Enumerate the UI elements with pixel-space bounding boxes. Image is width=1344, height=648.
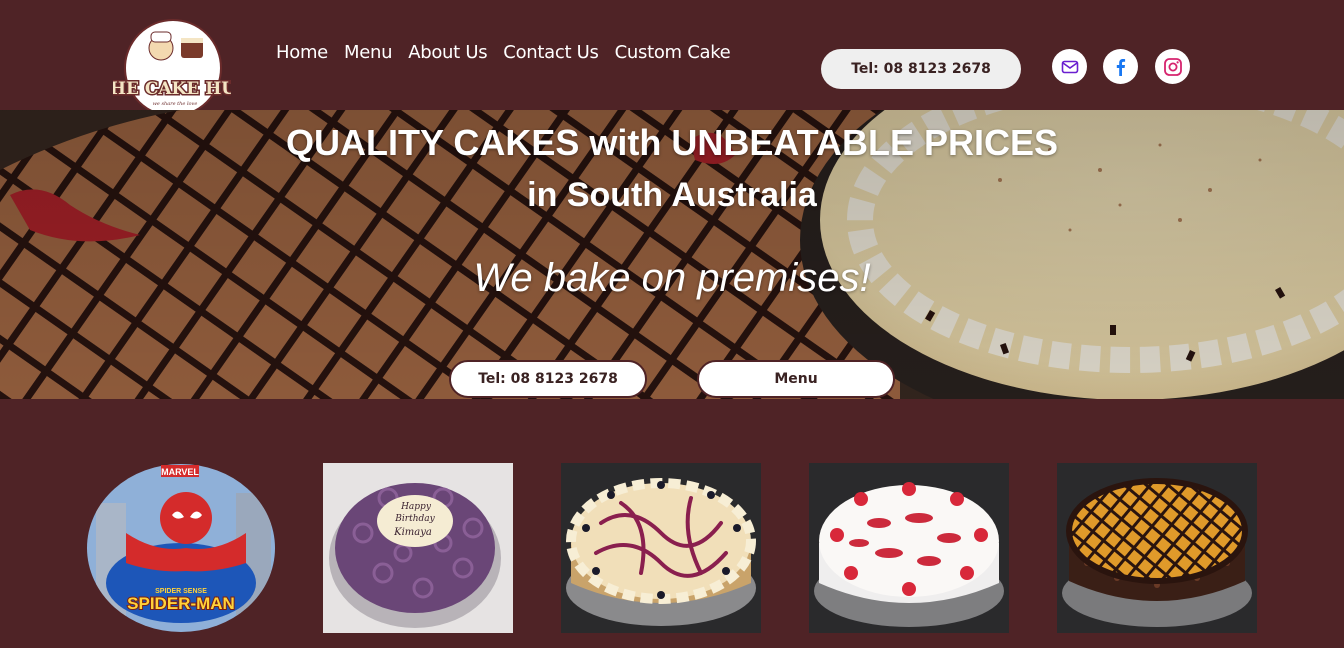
plaque-line2: Birthday [394, 514, 435, 524]
gallery-item-birthday-cake[interactable]: Happy Birthday Kimaya [323, 463, 513, 633]
hero-menu-button[interactable]: Menu [697, 360, 895, 398]
gallery-item-strawberry-cheesecake[interactable] [809, 463, 1009, 633]
spiderman-cake-image: MARVEL SPIDER SENSE SPIDER-MAN [87, 464, 275, 632]
logo[interactable]: THE CAKE HUT we share the love [113, 18, 231, 118]
chocolate-orange-cake-image [1057, 463, 1257, 633]
nav-menu[interactable]: Menu [344, 42, 393, 63]
logo-text: THE CAKE HUT [113, 79, 231, 99]
hero-banner: QUALITY CAKES with UNBEATABLE PRICES in … [0, 110, 1344, 399]
nav-contact-us[interactable]: Contact Us [503, 42, 599, 63]
birthday-cake-image: Happy Birthday Kimaya [323, 463, 513, 633]
hero-tel-button[interactable]: Tel: 08 8123 2678 [449, 360, 647, 398]
instagram-icon [1163, 57, 1182, 76]
spiderman-marvel-label: MARVEL [161, 467, 199, 477]
mail-button[interactable] [1052, 49, 1087, 84]
facebook-icon [1116, 58, 1125, 76]
nav-about-us[interactable]: About Us [408, 42, 487, 63]
facebook-button[interactable] [1103, 49, 1138, 84]
spiderman-title-label: SPIDER-MAN [127, 594, 235, 613]
site-header: THE CAKE HUT we share the love Home Menu… [0, 0, 1344, 117]
hero-title-line2: in South Australia [527, 176, 817, 214]
gallery-item-spiderman-cake[interactable]: MARVEL SPIDER SENSE SPIDER-MAN [86, 463, 276, 633]
mail-icon [1061, 60, 1078, 73]
plaque-line1: Happy [400, 502, 432, 512]
gallery-item-chocolate-orange-cake[interactable] [1057, 463, 1257, 633]
hero-tagline: We bake on premises! [473, 256, 871, 300]
strawberry-cheesecake-image [809, 463, 1009, 633]
hero-title-line1: QUALITY CAKES with UNBEATABLE PRICES [285, 122, 1059, 163]
plaque-line3: Kimaya [393, 527, 432, 538]
main-nav: Home Menu About Us Contact Us Custom Cak… [276, 42, 746, 63]
berry-cheesecake-image [561, 463, 761, 633]
logo-tagline: we share the love [153, 101, 198, 107]
header-tel-button[interactable]: Tel: 08 8123 2678 [821, 49, 1021, 89]
nav-custom-cake[interactable]: Custom Cake [615, 42, 731, 63]
gallery-item-berry-cheesecake[interactable] [561, 463, 761, 633]
nav-home[interactable]: Home [276, 42, 328, 63]
instagram-button[interactable] [1155, 49, 1190, 84]
